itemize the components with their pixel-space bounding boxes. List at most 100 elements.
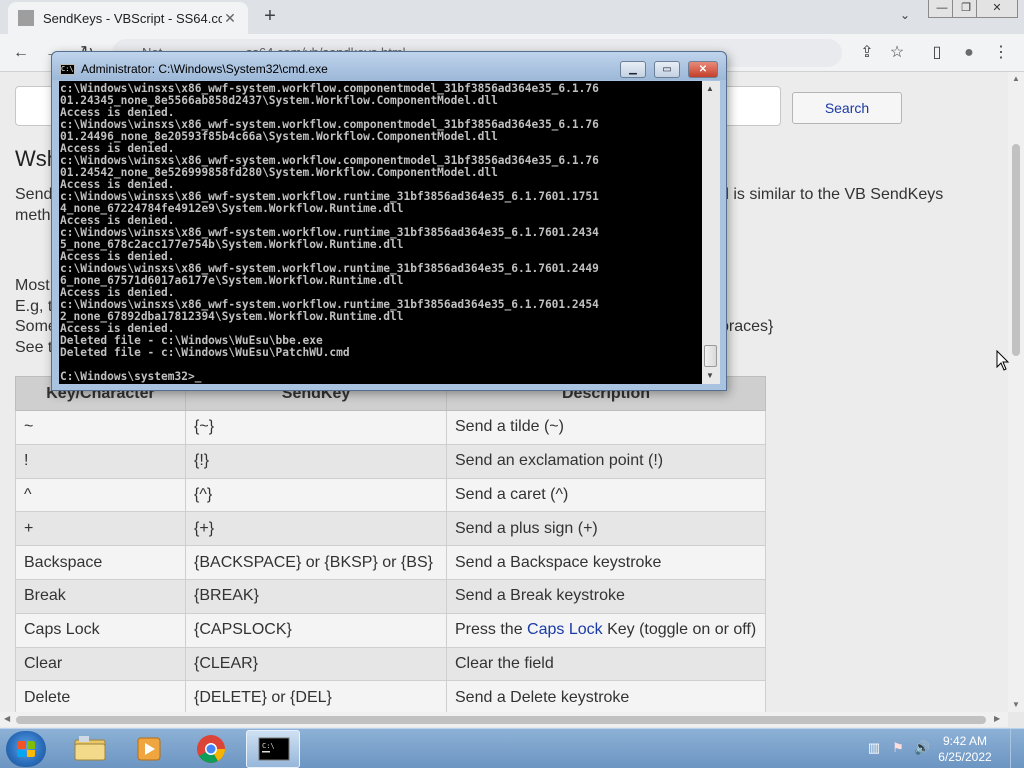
vertical-scroll-thumb[interactable] [1012,144,1020,356]
search-button[interactable]: Search [792,92,902,124]
cmd-close-button[interactable]: ✕ [688,61,718,78]
table-row: Backspace {BACKSPACE} or {BKSP} or {BS} Se… [15,545,766,580]
media-player-icon [137,737,161,761]
intro-text-left: Send [15,186,53,203]
tab-close-icon[interactable]: ✕ [222,10,238,27]
system-clock[interactable]: 9:42 AM 6/25/2022 [930,733,1000,765]
new-tab-button[interactable]: + [258,6,282,28]
chrome-icon [197,735,225,763]
close-window-button[interactable]: ✕ [976,0,1018,18]
profile-avatar-icon[interactable]: ● [958,42,980,64]
cmd-title-bar[interactable]: C:\ Administrator: C:\Windows\System32\c… [52,52,726,80]
key-cell: ! [15,443,186,479]
description-cell: Send a Backspace keystroke [446,545,766,580]
scroll-left-arrow-icon[interactable]: ◀ [4,714,10,723]
key-cell: ~ [15,410,186,445]
back-arrow-icon[interactable]: ← [10,42,32,64]
windows-taskbar: C:\ ▥ ⚑ 🔊 9:42 AM 6/25/2022 [0,728,1024,768]
share-icon[interactable]: ⇪ [856,42,878,64]
cmd-scroll-thumb[interactable] [704,345,717,367]
sendkeys-table: Key/Character SendKey Description ~ {~} Se… [15,376,766,712]
sendkey-cell: {!} [185,443,447,479]
key-cell: Caps Lock [15,612,186,648]
table-row: ~ {~} Send a tilde (~) [15,410,766,445]
cmd-window[interactable]: C:\ Administrator: C:\Windows\System32\c… [51,51,727,391]
windows-logo-icon [17,741,35,757]
page-horizontal-scrollbar[interactable]: ◀ ▶ [0,712,1008,727]
sendkey-cell: {DELETE} or {DEL} [185,680,447,712]
sendkey-cell: {BACKSPACE} or {BKSP} or {BS} [185,545,447,580]
description-cell: Send a caret (^) [446,477,766,513]
description-cell: Send a tilde (~) [446,410,766,445]
key-cell: ^ [15,477,186,513]
screen: SendKeys - VBScript - SS64.com ✕ + ⌄ — ❐… [0,0,1024,768]
browser-menu-icon[interactable]: ⋮ [990,42,1012,64]
start-button[interactable] [6,731,46,767]
key-cell: + [15,511,186,547]
tab-title: SendKeys - VBScript - SS64.com [43,10,222,26]
key-cell: Clear [15,646,186,682]
intro-text-line2: meth [15,207,51,224]
taskbar-cmd-button[interactable]: C:\ [246,730,300,768]
intro-text-right: d is similar to the VB SendKeys [720,186,944,203]
site-favicon-icon [18,10,34,26]
horizontal-scroll-thumb[interactable] [16,716,986,724]
cmd-maximize-button[interactable]: ▭ [654,61,680,78]
cmd-window-title: Administrator: C:\Windows\System32\cmd.e… [81,62,328,76]
description-cell: Send a Delete keystroke [446,680,766,712]
scroll-up-arrow-icon[interactable]: ▲ [1012,74,1020,83]
svg-text:C:\: C:\ [262,742,275,750]
volume-tray-icon[interactable]: 🔊 [914,740,930,756]
table-row: Clear {CLEAR} Clear the field [15,646,766,682]
taskbar-explorer-button[interactable] [62,730,116,768]
cmd-taskbar-icon: C:\ [258,737,290,761]
table-row: ^ {^} Send a caret (^) [15,477,766,513]
description-cell: Clear the field [446,646,766,682]
scroll-right-arrow-icon[interactable]: ▶ [994,714,1000,723]
mouse-cursor-icon [996,350,1010,371]
key-cell: Backspace [15,545,186,580]
table-row: Caps Lock {CAPSLOCK} Press the Caps Lock K… [15,612,766,648]
description-cell: Press the Caps Lock Key (toggle on or of… [446,612,766,648]
sendkey-cell: {^} [185,477,447,513]
scroll-down-arrow-icon[interactable]: ▼ [1012,700,1020,709]
sendkey-cell: {CLEAR} [185,646,447,682]
description-cell: Send a plus sign (+) [446,511,766,547]
show-desktop-button[interactable] [1010,729,1024,768]
cmd-minimize-button[interactable]: ▁ [620,61,646,78]
taskbar-chrome-button[interactable] [184,730,238,768]
table-row: Break {BREAK} Send a Break keystroke [15,578,766,614]
cmd-app-icon: C:\ [60,64,75,75]
clock-date: 6/25/2022 [938,750,992,764]
page-vertical-scrollbar[interactable]: ▲ ▼ [1008,72,1024,712]
console-line: C:\Windows\system32>_ [60,370,202,383]
table-row: Delete {DELETE} or {DEL} Send a Delete key… [15,680,766,712]
side-panel-icon[interactable]: ▯ [926,42,948,64]
cmd-scroll-up-icon[interactable]: ▲ [706,84,714,93]
description-cell: Send a Break keystroke [446,578,766,614]
caps-lock-link[interactable]: Caps Lock [527,621,603,638]
cmd-console-output[interactable]: c:\Windows\winsxs\x86_wwf-system.workflo… [59,81,702,384]
browser-tab-strip: SendKeys - VBScript - SS64.com ✕ + ⌄ — ❐… [0,0,1024,34]
sendkey-cell: {BREAK} [185,578,447,614]
bookmark-star-icon[interactable]: ☆ [886,42,908,64]
clock-time: 9:42 AM [942,734,988,748]
console-line: Deleted file - c:\Windows\WuEsu\PatchWU.… [60,346,350,359]
table-row: ! {!} Send an exclamation point (!) [15,443,766,479]
tab-search-chevron-icon[interactable]: ⌄ [896,8,914,26]
sendkey-cell: {~} [185,410,447,445]
key-cell: Delete [15,680,186,712]
sendkey-cell: {+} [185,511,447,547]
cmd-vertical-scrollbar[interactable]: ▲ ▼ [702,81,720,384]
notes-braces-text: braces} [720,318,774,335]
cmd-scroll-down-icon[interactable]: ▼ [706,371,714,380]
browser-tab[interactable]: SendKeys - VBScript - SS64.com ✕ [8,2,248,34]
key-cell: Break [15,578,186,614]
table-row: + {+} Send a plus sign (+) [15,511,766,547]
sendkey-cell: {CAPSLOCK} [185,612,447,648]
folder-icon [74,736,106,761]
taskbar-media-player-button[interactable] [122,730,176,768]
description-cell: Send an exclamation point (!) [446,443,766,479]
network-tray-icon[interactable]: ▥ [866,740,882,756]
action-center-flag-icon[interactable]: ⚑ [890,740,906,756]
